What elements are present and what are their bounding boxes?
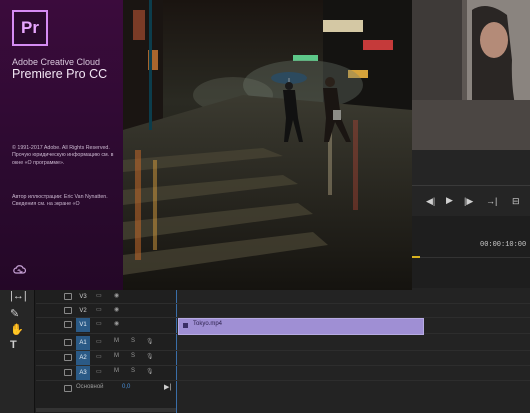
export-frame-icon[interactable]: ⊟ (512, 196, 520, 206)
go-to-end-icon[interactable]: ▶| (164, 383, 171, 391)
tools-panel: |↔| ✎ ✋ T (0, 288, 35, 413)
sync-lock-icon[interactable]: ▭ (96, 353, 102, 360)
sync-lock-icon[interactable]: ▭ (96, 320, 102, 327)
microphone-icon[interactable]: 🎙 (146, 353, 154, 360)
mute-button[interactable]: M (114, 353, 119, 359)
microphone-icon[interactable]: 🎙 (146, 338, 154, 345)
timeline-ruler-area: 00:00:10:00 (412, 216, 530, 288)
splash-artwork (123, 0, 412, 290)
creative-cloud-icon (13, 265, 27, 274)
track-header-a3[interactable]: A3 ▭ M S 🎙 (36, 366, 176, 380)
next-edit-icon[interactable]: →| (486, 196, 497, 206)
splash-info-panel: Pr Adobe Creative Cloud Premiere Pro CC … (0, 0, 123, 290)
solo-button[interactable]: S (131, 338, 135, 344)
track-label[interactable]: A3 (76, 366, 90, 380)
solo-button[interactable]: S (131, 353, 135, 359)
timeline-scrollbar[interactable] (36, 408, 176, 412)
premiere-logo: Pr (12, 10, 48, 46)
rainy-street-illustration (123, 0, 412, 290)
ripple-edit-icon[interactable]: |↔| (10, 290, 27, 302)
program-monitor-frame (412, 0, 530, 150)
sync-lock-icon[interactable]: ▭ (96, 338, 102, 345)
lock-icon[interactable] (64, 369, 72, 376)
play-icon[interactable]: ▶ (446, 195, 453, 205)
track-header-v2[interactable]: V2 ▭ ◉ (36, 304, 176, 318)
microphone-icon[interactable]: 🎙 (146, 368, 154, 375)
copyright-text: © 1991-2017 Adobe. All Rights Reserved. … (12, 145, 114, 166)
track-label[interactable]: V1 (76, 318, 90, 332)
track-header-v1[interactable]: V1 ▭ ◉ (36, 318, 176, 332)
step-forward-icon[interactable]: |▶ (464, 196, 473, 206)
lock-icon[interactable] (64, 293, 72, 300)
eye-icon[interactable]: ◉ (114, 292, 119, 299)
monitor-divider (412, 185, 530, 186)
brand-line-1: Adobe Creative Cloud (12, 57, 101, 67)
video-clip[interactable]: Tokyo.mp4 (178, 318, 424, 335)
lock-icon[interactable] (64, 354, 72, 361)
track-label[interactable]: A1 (76, 336, 90, 350)
playhead-marker[interactable] (412, 256, 420, 258)
track-header-a2[interactable]: A2 ▭ M S 🎙 (36, 351, 176, 365)
mute-button[interactable]: M (114, 368, 119, 374)
hand-icon[interactable]: ✋ (10, 323, 24, 336)
step-back-icon[interactable]: ◀| (426, 196, 435, 206)
splash-screen: Pr Adobe Creative Cloud Premiere Pro CC … (0, 0, 412, 290)
track-label[interactable]: V3 (76, 290, 90, 304)
lock-icon[interactable] (64, 385, 72, 392)
track-divider (36, 380, 530, 381)
fx-badge-icon (183, 323, 188, 328)
lock-icon[interactable] (64, 307, 72, 314)
type-icon[interactable]: T (10, 339, 17, 351)
master-track-header[interactable]: Основной 0,0 ▶| (36, 382, 176, 396)
ruler-line (412, 257, 530, 258)
track-header-v3[interactable]: V3 ▭ ◉ (36, 290, 176, 304)
sync-lock-icon[interactable]: ▭ (96, 306, 102, 313)
pen-icon[interactable]: ✎ (10, 307, 19, 320)
eye-icon[interactable]: ◉ (114, 306, 119, 313)
credits-text: Автор иллюстрации: Eric Van Nynatten. Св… (12, 194, 108, 208)
lock-icon[interactable] (64, 321, 72, 328)
master-label: Основной (76, 384, 104, 390)
lock-icon[interactable] (64, 339, 72, 346)
eye-icon[interactable]: ◉ (114, 320, 119, 327)
track-header-a1[interactable]: A1 ▭ M S 🎙 (36, 336, 176, 350)
solo-button[interactable]: S (131, 368, 135, 374)
mute-button[interactable]: M (114, 338, 119, 344)
program-monitor-view (412, 0, 530, 150)
clip-name: Tokyo.mp4 (193, 321, 223, 327)
master-volume-value[interactable]: 0,0 (122, 384, 130, 390)
product-name: Premiere Pro CC (12, 67, 108, 81)
sync-lock-icon[interactable]: ▭ (96, 368, 102, 375)
program-monitor-controls: ◀| ▶ |▶ →| ⊟ (412, 150, 530, 216)
timecode: 00:00:10:00 (480, 241, 527, 249)
sync-lock-icon[interactable]: ▭ (96, 292, 102, 299)
track-label[interactable]: A2 (76, 351, 90, 365)
track-label[interactable]: V2 (76, 304, 90, 318)
